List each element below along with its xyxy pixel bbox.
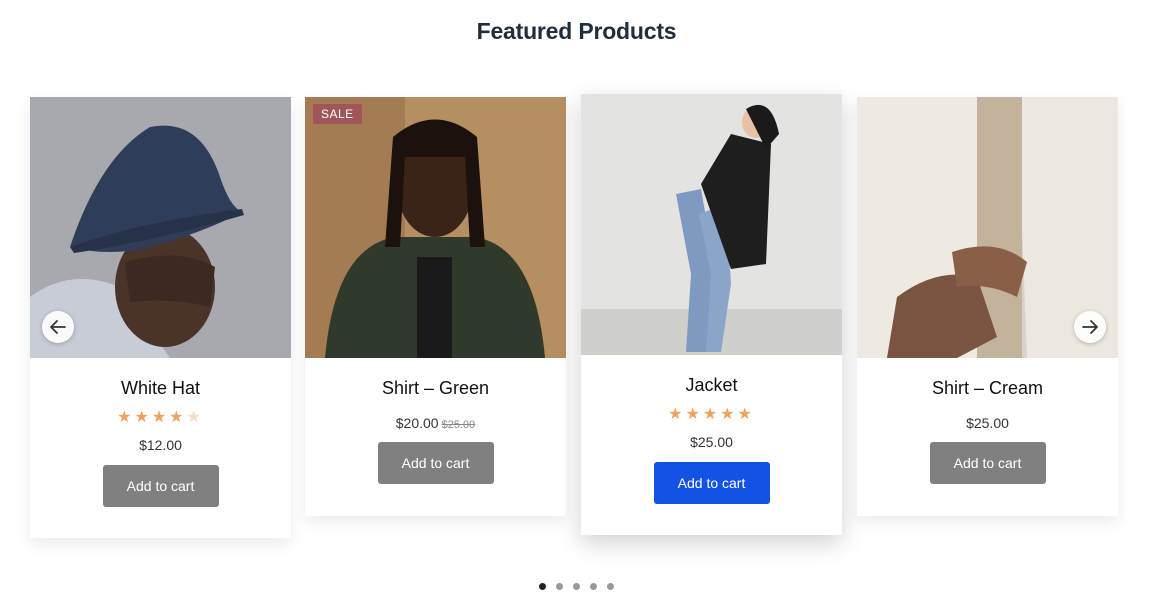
product-name[interactable]: Shirt – Green	[305, 378, 566, 399]
star-icon: ★	[186, 409, 204, 426]
product-image-white-hat[interactable]	[30, 97, 291, 358]
star-icon: ★	[134, 409, 152, 426]
star-icon: ★	[117, 409, 135, 426]
carousel-prev-button[interactable]	[42, 311, 74, 343]
star-icon: ★	[668, 406, 686, 423]
product-price: $20.00 $25.00	[305, 415, 566, 431]
product-card-shirt-cream[interactable]: Shirt – Cream $25.00 Add to cart	[857, 97, 1118, 516]
product-price: $25.00	[966, 415, 1009, 431]
pagination-dot[interactable]	[590, 583, 597, 590]
sale-badge: SALE	[313, 104, 362, 124]
pagination-dot[interactable]	[539, 583, 546, 590]
star-icon: ★	[702, 406, 721, 423]
star-icon: ★	[169, 409, 187, 426]
product-name[interactable]: White Hat	[30, 378, 291, 399]
product-price: $12.00	[139, 437, 182, 453]
current-price: $20.00	[395, 415, 439, 431]
product-card-shirt-green[interactable]: SALE Shirt – Green $20.00 $25.00 Add to c…	[305, 97, 566, 516]
pagination-dot[interactable]	[573, 583, 580, 590]
product-name[interactable]: Jacket	[581, 375, 842, 396]
add-to-cart-button[interactable]: Add to cart	[929, 442, 1046, 484]
product-rating: ★★★★★	[581, 406, 842, 424]
product-image-shirt-green[interactable]: SALE	[305, 97, 566, 358]
star-icon: ★	[685, 406, 703, 423]
add-to-cart-button[interactable]: Add to cart	[102, 465, 219, 507]
product-image-jacket[interactable]	[581, 94, 842, 355]
star-icon: ★	[737, 406, 755, 423]
original-price: $25.00	[441, 419, 476, 431]
star-icon: ★	[151, 409, 170, 426]
carousel-next-button[interactable]	[1074, 311, 1106, 343]
product-card-white-hat[interactable]: White Hat ★★★★★ $12.00 Add to cart	[30, 97, 291, 538]
pagination-dot[interactable]	[607, 583, 614, 590]
product-name[interactable]: Shirt – Cream	[857, 378, 1118, 399]
add-to-cart-button[interactable]: Add to cart	[653, 462, 770, 504]
carousel-pagination	[0, 577, 1153, 595]
pagination-dot[interactable]	[556, 583, 563, 590]
product-card-jacket[interactable]: Jacket ★★★★★ $25.00 Add to cart	[581, 94, 842, 535]
add-to-cart-button[interactable]: Add to cart	[377, 442, 494, 484]
section-title: Featured Products	[476, 18, 677, 44]
star-icon: ★	[720, 406, 738, 423]
product-price: $25.00	[690, 434, 733, 450]
arrow-right-icon	[1082, 320, 1098, 334]
product-carousel: White Hat ★★★★★ $12.00 Add to cart SALE …	[30, 94, 1118, 554]
product-image-shirt-cream[interactable]	[857, 97, 1118, 358]
arrow-left-icon	[50, 320, 66, 334]
product-rating: ★★★★★	[30, 409, 291, 427]
